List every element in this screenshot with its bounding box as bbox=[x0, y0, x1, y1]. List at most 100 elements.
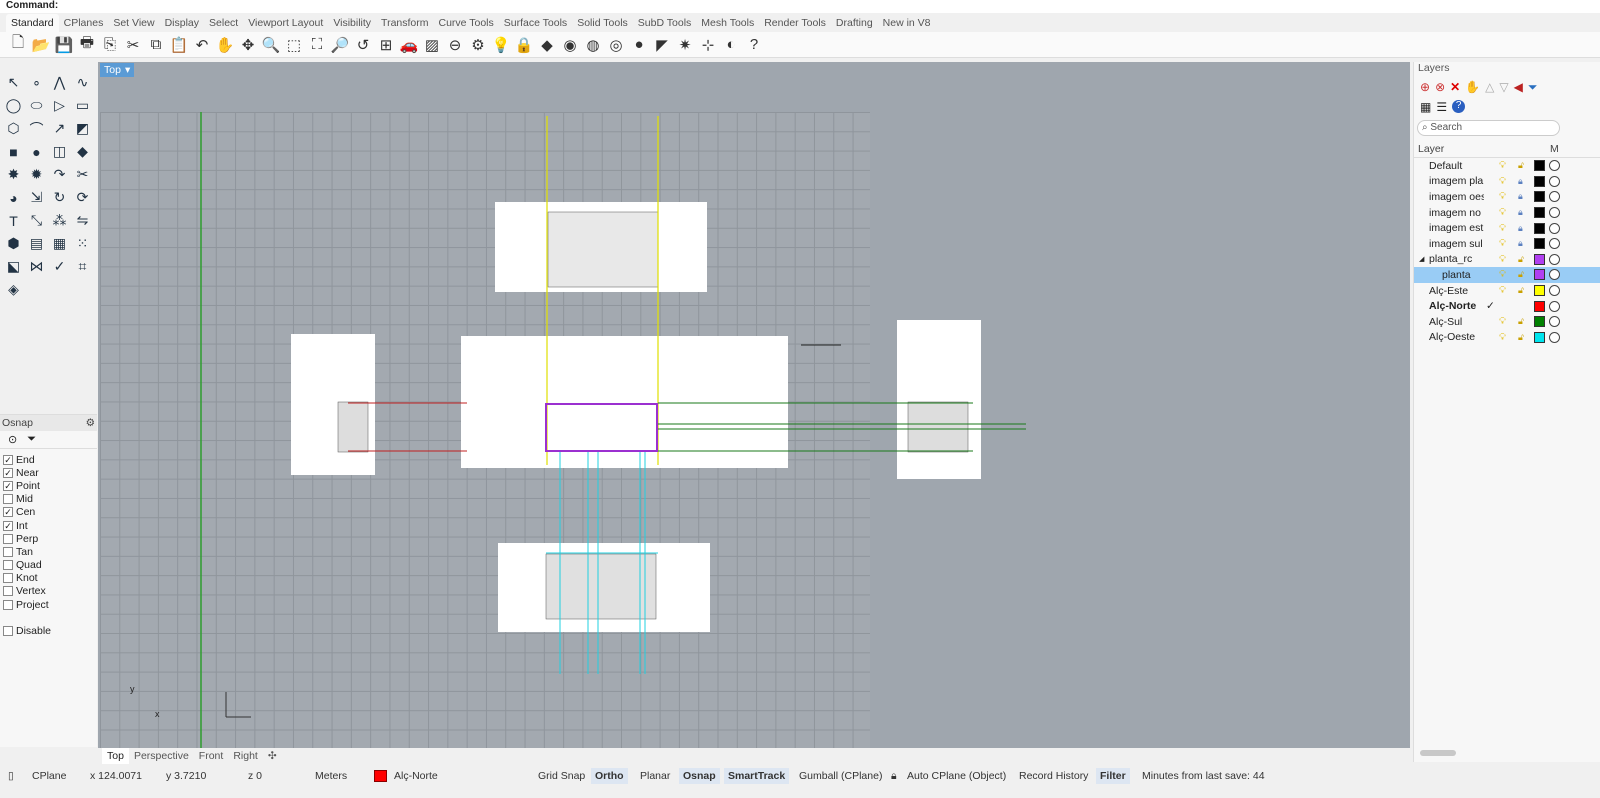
table-icon[interactable]: ▦ bbox=[1420, 100, 1431, 114]
tab-curve-tools[interactable]: Curve Tools bbox=[434, 14, 499, 32]
new-sublayer-icon[interactable]: ⊗ bbox=[1435, 80, 1445, 94]
filter-toggle[interactable]: Filter bbox=[1096, 768, 1130, 784]
tab-select[interactable]: Select bbox=[204, 14, 243, 32]
horizontal-scrollbar[interactable] bbox=[1420, 750, 1456, 756]
material-icon[interactable] bbox=[1549, 316, 1560, 328]
osnap-point[interactable]: ✓ Point bbox=[0, 479, 97, 492]
tab-cplanes[interactable]: CPlanes bbox=[59, 14, 109, 32]
sphere-wire-icon[interactable]: ◍ bbox=[583, 35, 603, 55]
move-down-icon[interactable]: ▽ bbox=[1499, 80, 1508, 94]
layer-row[interactable]: Alç-Norte ✓ bbox=[1414, 298, 1600, 314]
explode-icon[interactable]: ✹ bbox=[26, 164, 47, 185]
delete-icon[interactable]: ✕ bbox=[1450, 80, 1460, 94]
surface-icon[interactable]: ◩ bbox=[72, 118, 93, 139]
gumball-toggle[interactable]: Gumball (CPlane) bbox=[795, 768, 886, 784]
import-icon[interactable]: ⎘ bbox=[100, 35, 120, 55]
viewport-tab-front[interactable]: Front bbox=[194, 748, 229, 764]
undo-view-icon[interactable]: ↺ bbox=[353, 35, 373, 55]
layer-color-swatch[interactable] bbox=[1534, 160, 1545, 172]
lock-icon[interactable]: 🔒 bbox=[514, 35, 534, 55]
checkbox[interactable]: ✓ bbox=[3, 480, 13, 491]
layer-row[interactable]: Default 💡︎ 🔓︎ bbox=[1414, 158, 1600, 174]
lock-icon[interactable]: 🔒︎ bbox=[1518, 207, 1523, 218]
globe-icon[interactable]: ◐ bbox=[721, 35, 741, 55]
layer-row[interactable]: imagem est 💡︎ 🔒︎ bbox=[1414, 220, 1600, 236]
expand-icon[interactable]: ◢ bbox=[1419, 255, 1424, 263]
ortho-toggle[interactable]: Ortho bbox=[591, 768, 628, 784]
osnap-disable[interactable]: Disable bbox=[0, 624, 97, 637]
tab-display[interactable]: Display bbox=[160, 14, 204, 32]
tab-drafting[interactable]: Drafting bbox=[831, 14, 878, 32]
planar-toggle[interactable]: Planar bbox=[636, 768, 674, 784]
filter-icon[interactable]: ⏷ bbox=[27, 433, 36, 446]
checkbox[interactable] bbox=[3, 586, 13, 597]
cylinder-icon[interactable]: ◫ bbox=[49, 141, 70, 162]
viewport-title[interactable]: Top ▾ bbox=[100, 63, 135, 77]
pan-icon[interactable]: ✋ bbox=[215, 35, 235, 55]
chevron-down-icon[interactable]: ▾ bbox=[125, 64, 130, 76]
arc-icon[interactable]: ⌒ bbox=[26, 118, 47, 139]
tab-visibility[interactable]: Visibility bbox=[328, 14, 376, 32]
boolean-icon[interactable]: ◕ bbox=[3, 187, 24, 208]
new-file-icon[interactable]: 🗋 bbox=[8, 34, 28, 55]
layer-row[interactable]: Alç-Este 💡︎ 🔓︎ bbox=[1414, 283, 1600, 299]
filter-icon[interactable]: ⏷ bbox=[1528, 80, 1538, 94]
checkbox[interactable]: ✓ bbox=[3, 467, 13, 478]
light-icon[interactable]: 💡 bbox=[491, 35, 511, 55]
text-icon[interactable]: T bbox=[3, 210, 24, 231]
material-icon[interactable] bbox=[1549, 238, 1560, 250]
grid-snap-toggle[interactable]: Grid Snap bbox=[534, 768, 589, 784]
save-icon[interactable]: 💾 bbox=[54, 35, 74, 55]
panel-toggle-icon[interactable]: ▯ bbox=[4, 768, 18, 784]
grid-array-icon[interactable]: ▦ bbox=[49, 233, 70, 254]
layer-color-swatch[interactable] bbox=[1534, 238, 1545, 250]
lightbulb-icon[interactable]: 💡︎ bbox=[1499, 223, 1506, 234]
image-floor-plan[interactable] bbox=[461, 336, 788, 468]
layer-color-swatch[interactable] bbox=[1534, 285, 1545, 297]
offset-icon[interactable]: ↗ bbox=[49, 118, 70, 139]
ellipse-icon[interactable]: ⬭ bbox=[26, 95, 47, 116]
material-icon[interactable] bbox=[1549, 191, 1560, 203]
osnap-end[interactable]: ✓ End bbox=[0, 453, 97, 466]
layer-color-swatch[interactable] bbox=[1534, 207, 1545, 219]
rotate-icon[interactable]: ↻ bbox=[49, 187, 70, 208]
osnap-quad[interactable]: Quad bbox=[0, 559, 97, 572]
copy-icon[interactable]: ⧉ bbox=[146, 35, 166, 55]
zoom-selected-icon[interactable]: 🔎 bbox=[330, 35, 350, 55]
material-icon[interactable] bbox=[1549, 160, 1560, 172]
sphere-icon[interactable]: ● bbox=[26, 141, 47, 162]
units-label[interactable]: Meters bbox=[311, 768, 351, 784]
smarttrack-toggle[interactable]: SmartTrack bbox=[724, 768, 790, 784]
layer-color-swatch[interactable] bbox=[374, 770, 387, 782]
viewport-tab-perspective[interactable]: Perspective bbox=[129, 748, 194, 764]
osnap-perp[interactable]: Perp bbox=[0, 532, 97, 545]
layer-color-swatch[interactable] bbox=[1534, 222, 1545, 234]
move-up-icon[interactable]: △ bbox=[1485, 80, 1494, 94]
lightbulb-icon[interactable]: 💡︎ bbox=[1499, 191, 1506, 202]
tab-render-tools[interactable]: Render Tools bbox=[759, 14, 831, 32]
osnap-near[interactable]: ✓ Near bbox=[0, 466, 97, 479]
checkbox[interactable] bbox=[3, 573, 13, 584]
viewport-tab-top[interactable]: Top bbox=[102, 748, 129, 764]
lightbulb-icon[interactable]: 💡︎ bbox=[1499, 269, 1506, 280]
lock-icon[interactable]: 🔒︎ bbox=[1518, 238, 1523, 249]
solid-icon[interactable]: ⬢ bbox=[3, 233, 24, 254]
osnap-cen[interactable]: ✓ Cen bbox=[0, 506, 97, 519]
checkbox[interactable]: ✓ bbox=[3, 520, 13, 531]
command-line[interactable]: Command: bbox=[0, 0, 1600, 13]
menu-icon[interactable]: ☰ bbox=[1436, 100, 1447, 114]
tab-set-view[interactable]: Set View bbox=[108, 14, 159, 32]
split-icon[interactable]: ✸ bbox=[3, 164, 24, 185]
tab-standard[interactable]: Standard bbox=[6, 14, 59, 32]
osnap-toggle[interactable]: Osnap bbox=[679, 768, 720, 784]
checkbox[interactable] bbox=[3, 533, 13, 544]
auto-cplane-toggle[interactable]: Auto CPlane (Object) bbox=[903, 768, 1010, 784]
hatch-icon[interactable]: ▤ bbox=[26, 233, 47, 254]
dimension-icon[interactable]: ⊹ bbox=[698, 35, 718, 55]
cut-icon[interactable]: ✂ bbox=[123, 35, 143, 55]
osnap-mid[interactable]: Mid bbox=[0, 493, 97, 506]
tab-transform[interactable]: Transform bbox=[376, 14, 433, 32]
layer-row[interactable]: imagem pla 💡︎ 🔒︎ bbox=[1414, 174, 1600, 190]
trim-icon[interactable]: ✂ bbox=[72, 164, 93, 185]
record-history-toggle[interactable]: Record History bbox=[1015, 768, 1092, 784]
